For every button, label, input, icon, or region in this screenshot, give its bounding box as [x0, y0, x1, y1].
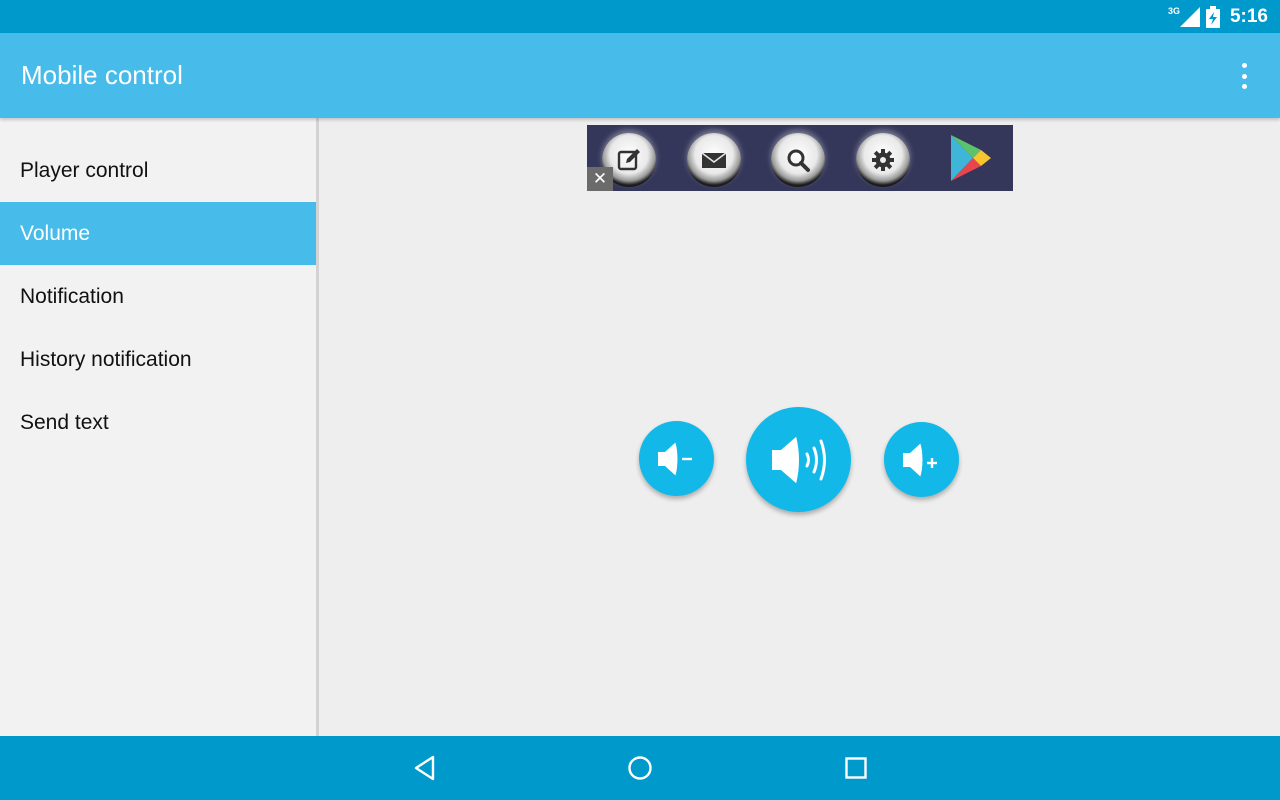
system-nav-bar	[0, 736, 1280, 800]
sidebar-item-volume[interactable]: Volume	[0, 202, 316, 265]
sidebar-nav: Player control Volume Notification Histo…	[0, 118, 316, 736]
action-bar: Mobile control	[0, 33, 1280, 118]
recents-icon	[845, 757, 867, 779]
volume-down-button[interactable]	[639, 421, 714, 496]
settings-icon[interactable]	[856, 133, 910, 187]
signal-icon	[1179, 6, 1200, 27]
ad-banner[interactable]: ✕	[587, 125, 1013, 191]
volume-panel: ✕	[319, 118, 1280, 736]
network-type-label: 3G	[1167, 5, 1180, 16]
sidebar-item-history-notification[interactable]: History notification	[0, 328, 316, 391]
overflow-menu-icon[interactable]	[1232, 63, 1256, 89]
overflow-dot	[1241, 84, 1247, 89]
search-icon[interactable]	[771, 133, 825, 187]
sidebar-item-notification[interactable]: Notification	[0, 265, 316, 328]
volume-up-button[interactable]	[884, 422, 959, 497]
gear-glyph	[872, 149, 894, 171]
home-icon	[628, 756, 652, 780]
mail-icon[interactable]	[687, 133, 741, 187]
back-button[interactable]	[407, 750, 443, 786]
volume-mute-icon	[771, 435, 826, 484]
back-icon	[414, 755, 435, 781]
ad-close-button[interactable]: ✕	[587, 167, 613, 191]
home-button[interactable]	[622, 750, 658, 786]
app-title: Mobile control	[21, 60, 183, 90]
volume-down-icon	[657, 441, 692, 476]
clock: 5:16	[1229, 5, 1268, 27]
edit-glyph	[617, 149, 640, 171]
recents-button[interactable]	[838, 750, 874, 786]
status-indicators: 3G 5:16	[1168, 0, 1268, 33]
search-glyph	[787, 149, 810, 172]
mail-glyph	[701, 152, 727, 168]
overflow-dot	[1241, 73, 1247, 79]
google-play-icon[interactable]	[947, 133, 993, 183]
sidebar-item-send-text[interactable]: Send text	[0, 391, 316, 454]
battery-charging-icon	[1205, 5, 1220, 28]
overflow-dot	[1241, 63, 1247, 68]
sidebar-item-player-control[interactable]: Player control	[0, 139, 316, 202]
volume-up-icon	[902, 442, 937, 477]
volume-mute-button[interactable]	[746, 407, 851, 512]
status-bar: 3G 5:16	[0, 0, 1280, 33]
